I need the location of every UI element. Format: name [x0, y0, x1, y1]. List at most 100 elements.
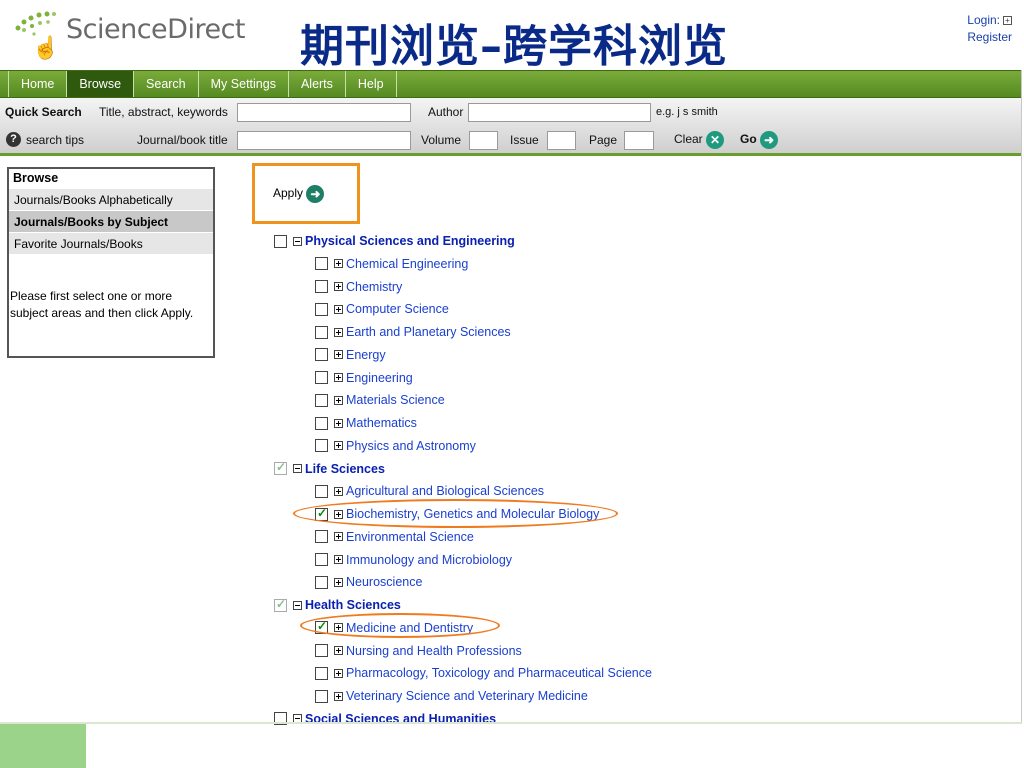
- subject-label[interactable]: Environmental Science: [346, 530, 474, 544]
- expand-plus-icon[interactable]: [334, 532, 343, 542]
- subject-pharmacology-toxicology-and-pharmaceutical-science: Pharmacology, Toxicology and Pharmaceuti…: [315, 664, 652, 682]
- expand-plus-icon[interactable]: [334, 691, 343, 701]
- expand-plus-icon[interactable]: [334, 304, 343, 314]
- issue-input[interactable]: [547, 131, 576, 150]
- expand-plus-icon[interactable]: +: [1003, 16, 1012, 25]
- subject-label[interactable]: Energy: [346, 348, 386, 362]
- volume-input[interactable]: [469, 131, 498, 150]
- collapse-minus-icon[interactable]: [293, 236, 302, 246]
- expand-plus-icon[interactable]: [334, 577, 343, 587]
- subject-label[interactable]: Earth and Planetary Sciences: [346, 325, 511, 339]
- subject-chemistry: Chemistry: [315, 278, 402, 296]
- browse-instruction: Please first select one or more subject …: [10, 289, 194, 320]
- checkbox-physical-sciences-and-engineering[interactable]: [274, 234, 287, 248]
- subject-label[interactable]: Computer Science: [346, 302, 449, 316]
- author-input[interactable]: [468, 103, 651, 122]
- subject-environmental-science: Environmental Science: [315, 528, 474, 546]
- checkbox-veterinary-science-and-veterinary-medicine[interactable]: [315, 689, 328, 703]
- subject-energy: Energy: [315, 346, 386, 364]
- expand-plus-icon[interactable]: [334, 646, 343, 655]
- subject-computer-science: Computer Science: [315, 300, 449, 318]
- expand-plus-icon[interactable]: [334, 555, 343, 564]
- expand-plus-icon[interactable]: [334, 259, 343, 269]
- checkbox-chemical-engineering[interactable]: [315, 257, 328, 271]
- go-button[interactable]: Go ➜: [740, 131, 779, 149]
- help-icon[interactable]: ?: [6, 132, 21, 147]
- checkbox-computer-science[interactable]: [315, 302, 328, 316]
- expand-plus-icon[interactable]: [334, 282, 343, 291]
- browse-panel: Browse Journals/Books Alphabetically Jou…: [7, 167, 215, 358]
- subject-label[interactable]: Mathematics: [346, 416, 417, 430]
- checkbox-engineering[interactable]: [315, 371, 328, 384]
- checkbox-neuroscience[interactable]: [315, 575, 328, 589]
- expand-plus-icon[interactable]: [334, 373, 343, 382]
- slide-corner-decoration: [0, 724, 86, 768]
- clear-button[interactable]: Clear ✕: [674, 131, 725, 149]
- subject-label[interactable]: Veterinary Science and Veterinary Medici…: [346, 689, 588, 703]
- subject-label[interactable]: Immunology and Microbiology: [346, 553, 512, 567]
- checkbox-physics-and-astronomy[interactable]: [315, 439, 328, 453]
- expand-plus-icon[interactable]: [334, 327, 343, 337]
- subject-label[interactable]: Pharmacology, Toxicology and Pharmaceuti…: [346, 666, 652, 680]
- category-label[interactable]: Life Sciences: [305, 462, 385, 476]
- browse-by-subject-link[interactable]: Journals/Books by Subject: [9, 210, 213, 232]
- checkbox-chemistry[interactable]: [315, 280, 328, 293]
- keywords-input[interactable]: [237, 103, 411, 122]
- collapse-minus-icon[interactable]: [293, 600, 302, 610]
- expand-plus-icon[interactable]: [334, 350, 343, 360]
- page-input[interactable]: [624, 131, 654, 150]
- subject-chemical-engineering: Chemical Engineering: [315, 255, 468, 273]
- subject-label[interactable]: Neuroscience: [346, 575, 422, 589]
- checkbox-materials-science[interactable]: [315, 393, 328, 407]
- checkbox-nursing-and-health-professions[interactable]: [315, 644, 328, 657]
- expand-plus-icon[interactable]: [334, 441, 343, 451]
- subject-nursing-and-health-professions: Nursing and Health Professions: [315, 642, 522, 660]
- tab-search[interactable]: Search: [133, 71, 198, 97]
- register-link[interactable]: Register: [967, 29, 1012, 46]
- expand-plus-icon[interactable]: [334, 418, 343, 428]
- search-tips-link[interactable]: search tips: [26, 133, 84, 147]
- subject-label[interactable]: Chemistry: [346, 280, 402, 294]
- browse-alphabetically-link[interactable]: Journals/Books Alphabetically: [9, 188, 213, 210]
- checkbox-health-sciences[interactable]: [274, 597, 287, 612]
- expand-plus-icon[interactable]: [334, 486, 343, 496]
- checkbox-environmental-science[interactable]: [315, 530, 328, 544]
- journal-title-input[interactable]: [237, 131, 411, 150]
- subject-label[interactable]: Chemical Engineering: [346, 257, 468, 271]
- checkbox-pharmacology-toxicology-and-pharmaceutical-science[interactable]: [315, 666, 328, 680]
- highlight-oval-medicine: [300, 613, 500, 638]
- checkbox-energy[interactable]: [315, 348, 328, 362]
- collapse-minus-icon[interactable]: [293, 464, 302, 473]
- subject-agricultural-and-biological-sciences: Agricultural and Biological Sciences: [315, 482, 544, 500]
- subject-label[interactable]: Nursing and Health Professions: [346, 644, 522, 658]
- checkbox-immunology-and-microbiology[interactable]: [315, 553, 328, 566]
- browse-favorites-link[interactable]: Favorite Journals/Books: [9, 232, 213, 254]
- sciencedirect-logo[interactable]: ☝ ScienceDirect: [6, 2, 246, 64]
- tab-alerts[interactable]: Alerts: [287, 71, 345, 97]
- checkbox-life-sciences[interactable]: [274, 460, 287, 475]
- subject-label[interactable]: Materials Science: [346, 393, 445, 407]
- subject-label[interactable]: Physics and Astronomy: [346, 439, 476, 453]
- checkbox-earth-and-planetary-sciences[interactable]: [315, 325, 328, 339]
- header: ☝ ScienceDirect 期刊浏览–跨学科浏览 Login: + Regis…: [0, 0, 1024, 72]
- subject-veterinary-science-and-veterinary-medicine: Veterinary Science and Veterinary Medici…: [315, 687, 588, 705]
- expand-plus-icon[interactable]: [334, 395, 343, 405]
- login-link[interactable]: Login:: [967, 13, 1000, 27]
- author-label: Author: [428, 105, 464, 119]
- category-label[interactable]: Physical Sciences and Engineering: [305, 234, 515, 248]
- subject-label[interactable]: Engineering: [346, 371, 413, 385]
- tab-my-settings[interactable]: My Settings: [197, 71, 288, 97]
- expand-plus-icon[interactable]: [334, 668, 343, 678]
- checkbox-mathematics[interactable]: [315, 416, 328, 430]
- apply-button[interactable]: Apply ➜: [273, 185, 325, 203]
- tab-home[interactable]: Home: [8, 71, 66, 97]
- right-border: [1021, 70, 1022, 724]
- highlight-oval-biochemistry: [293, 499, 618, 528]
- tab-browse[interactable]: Browse: [66, 71, 134, 97]
- category-label[interactable]: Health Sciences: [305, 598, 401, 612]
- subject-label[interactable]: Agricultural and Biological Sciences: [346, 484, 544, 498]
- subject-category-life-sciences: Life Sciences: [274, 460, 385, 478]
- tab-help[interactable]: Help: [344, 71, 397, 97]
- checkbox-agricultural-and-biological-sciences[interactable]: [315, 484, 328, 498]
- main-nav: Home Browse Search My Settings Alerts He…: [0, 70, 1022, 98]
